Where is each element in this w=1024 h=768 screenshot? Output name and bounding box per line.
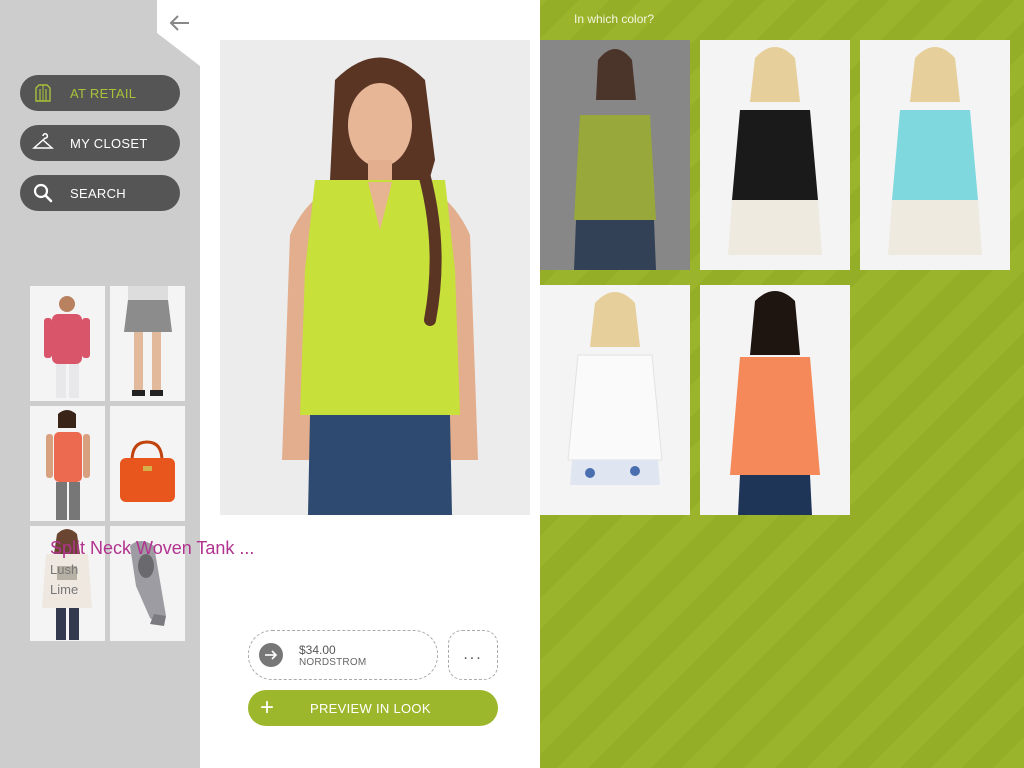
more-options-button[interactable]: ... bbox=[448, 630, 498, 680]
arrow-right-icon bbox=[259, 643, 283, 667]
preview-in-look-button[interactable]: + PREVIEW IN LOOK bbox=[248, 690, 498, 726]
product-hero-image bbox=[220, 40, 530, 515]
arrow-left-icon bbox=[169, 14, 191, 37]
color-option-black[interactable] bbox=[700, 40, 850, 270]
search-icon bbox=[32, 182, 54, 204]
closet-thumb-coral-tank[interactable] bbox=[30, 406, 105, 521]
color-option-aqua[interactable] bbox=[860, 40, 1010, 270]
nav-search-button[interactable]: SEARCH bbox=[20, 175, 180, 211]
nav-at-retail-button[interactable]: AT RETAIL bbox=[20, 75, 180, 111]
color-option-lime[interactable] bbox=[540, 40, 690, 270]
closet-thumb-pink-jacket[interactable] bbox=[30, 286, 105, 401]
color-option-coral[interactable] bbox=[700, 285, 850, 515]
plus-icon: + bbox=[260, 694, 275, 721]
nav-label: AT RETAIL bbox=[70, 85, 137, 101]
more-dots-icon: ... bbox=[463, 646, 483, 663]
color-option-white[interactable] bbox=[540, 285, 690, 515]
buy-at-retailer-button[interactable]: $34.00 NORDSTROM bbox=[248, 630, 438, 680]
sidebar: AT RETAIL MY CLOSET SEARCH bbox=[0, 0, 200, 768]
product-price: $34.00 bbox=[299, 642, 336, 657]
store-icon bbox=[32, 82, 54, 104]
closet-thumb-grey-skirt[interactable] bbox=[110, 286, 185, 401]
product-color: Lime bbox=[50, 582, 79, 597]
nav-label: SEARCH bbox=[70, 185, 126, 201]
nav-my-closet-button[interactable]: MY CLOSET bbox=[20, 125, 180, 161]
product-title[interactable]: Split Neck Woven Tank ... bbox=[50, 538, 254, 559]
closet-thumb-orange-bag[interactable] bbox=[110, 406, 185, 521]
color-picker-panel: In which color? bbox=[540, 0, 1024, 768]
color-picker-title: In which color? bbox=[574, 12, 655, 26]
nav-label: MY CLOSET bbox=[70, 135, 148, 151]
product-brand: Lush bbox=[50, 562, 79, 577]
retailer-name: NORDSTROM bbox=[299, 656, 367, 668]
preview-label: PREVIEW IN LOOK bbox=[310, 700, 431, 716]
hanger-icon bbox=[32, 132, 54, 154]
